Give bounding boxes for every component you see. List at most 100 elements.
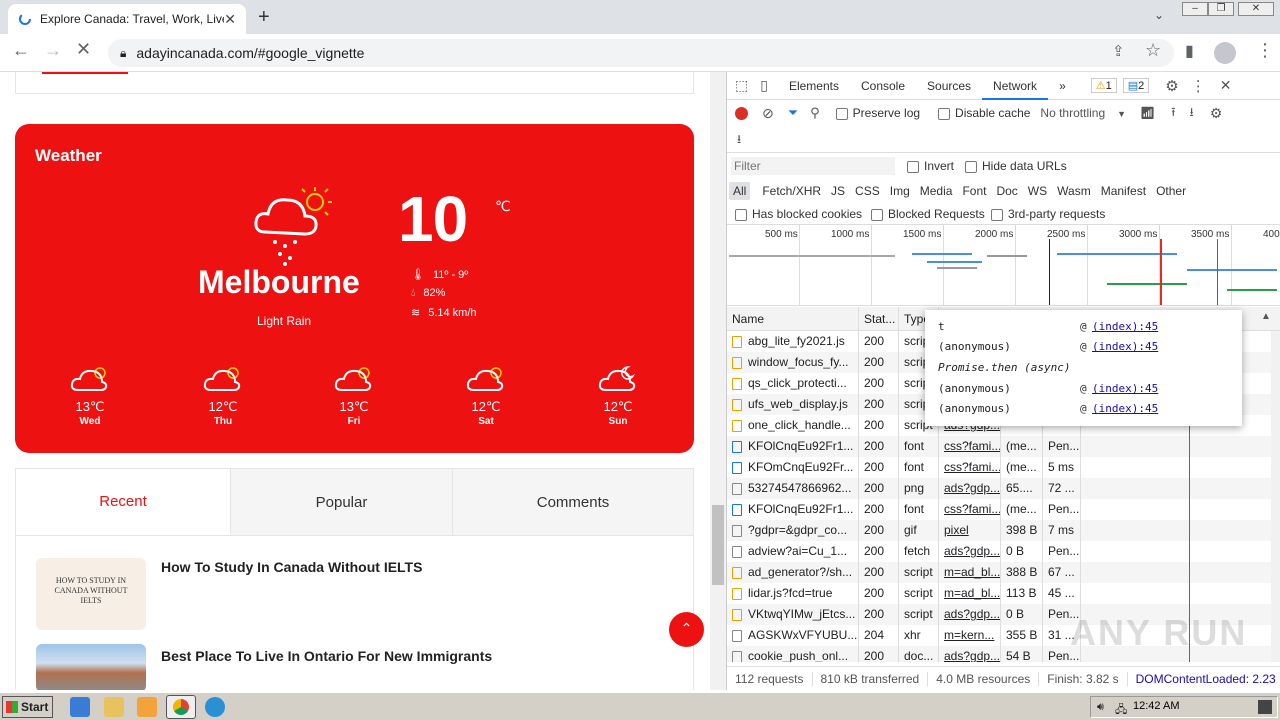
back-icon[interactable]: ← [12, 40, 30, 61]
blocked-cookies-checkbox[interactable] [735, 208, 747, 221]
blocked-requests-toggle[interactable]: Blocked Requests [871, 207, 985, 221]
third-party-checkbox[interactable] [991, 208, 1003, 221]
download-icon[interactable]: ⭳ [737, 130, 741, 151]
type-filter[interactable]: JS [831, 184, 845, 198]
type-filter[interactable]: Img [890, 184, 910, 198]
post-title[interactable]: Best Place To Live In Ontario For New Im… [161, 648, 492, 664]
volume-icon[interactable]: 🔊︎ [1097, 701, 1104, 714]
type-filter[interactable]: Manifest [1101, 184, 1146, 198]
device-toolbar-icon[interactable]: ▯ [760, 77, 768, 94]
record-icon[interactable] [735, 106, 748, 120]
invert-toggle[interactable]: Invert [907, 159, 954, 173]
post-title[interactable]: How To Study In Canada Without IELTS [161, 559, 422, 575]
cell-init[interactable]: css?fami... [939, 436, 1001, 457]
cell-init[interactable]: ads?gdp... [939, 646, 1001, 662]
hide-data-urls-toggle[interactable]: Hide data URLs [965, 159, 1067, 173]
table-row[interactable]: ?gdpr=&gdpr_co... 200 gif pixel 398 B 7 ms [727, 520, 1271, 541]
post-thumbnail[interactable] [36, 644, 146, 690]
maximize-button[interactable]: ❐ [1208, 2, 1234, 16]
share-icon[interactable]: ⇪ [1112, 42, 1125, 60]
network-icon[interactable]: 🖧 [1115, 701, 1127, 720]
cell-init[interactable]: css?fami... [939, 457, 1001, 478]
filter-funnel-icon[interactable]: ⏷ [788, 105, 798, 121]
edge-icon[interactable] [205, 697, 225, 717]
third-party-toggle[interactable]: 3rd-party requests [991, 207, 1105, 221]
new-tab-icon[interactable]: + [258, 6, 270, 29]
stack-frame-link[interactable]: (index):45 [1092, 382, 1158, 395]
type-filter-all[interactable]: All [729, 182, 751, 200]
table-row[interactable]: lidar.js?fcd=true 200 script m=ad_bl... 113 … [727, 583, 1271, 604]
cell-init[interactable]: m=kern... [939, 625, 1001, 646]
cell-init[interactable]: m=ad_bl... [939, 562, 1001, 583]
close-window-button[interactable]: ✕ [1238, 2, 1274, 16]
close-devtools-icon[interactable]: ✕ [1220, 77, 1232, 94]
table-row[interactable]: 53274547866962... 200 png ads?gdp... 65.... 7… [727, 478, 1271, 499]
blocked-cookies-toggle[interactable]: Has blocked cookies [735, 207, 862, 221]
preserve-log-checkbox[interactable] [835, 107, 848, 120]
table-row[interactable]: adview?ai=Cu_1... 200 fetch ads?gdp... 0 B Pe… [727, 541, 1271, 562]
tab-comments[interactable]: Comments [453, 469, 693, 535]
chrome-taskbar-button[interactable] [166, 695, 196, 719]
table-row[interactable]: ad_generator?/sh... 200 script m=ad_bl... 38… [727, 562, 1271, 583]
type-filter[interactable]: Wasm [1057, 184, 1091, 198]
stack-frame-link[interactable]: (index):45 [1092, 402, 1158, 415]
bookmark-star-icon[interactable]: ☆ [1145, 40, 1161, 61]
table-row[interactable]: KFOlCnqEu92Fr1... 200 font css?fami... (me..… [727, 499, 1271, 520]
menu-kebab-icon[interactable]: ⋮ [1256, 40, 1274, 61]
type-filter[interactable]: Fetch/XHR [762, 184, 821, 198]
disable-cache-checkbox[interactable] [938, 107, 951, 120]
tab-popular[interactable]: Popular [231, 469, 453, 535]
type-filter[interactable]: CSS [855, 184, 880, 198]
invert-checkbox[interactable] [907, 160, 919, 173]
side-panel-icon[interactable]: ▮ [1185, 41, 1194, 61]
hide-data-urls-checkbox[interactable] [965, 160, 977, 173]
address-bar[interactable]: 🔒︎ adayincanada.com/#google_vignette [108, 39, 1174, 67]
type-filter[interactable]: WS [1028, 184, 1047, 198]
table-row[interactable]: KFOmCnqEu92Fr... 200 font css?fami... (me...… [727, 457, 1271, 478]
filter-input[interactable] [731, 157, 895, 175]
ie-icon[interactable] [70, 697, 90, 717]
minimize-button[interactable]: – [1182, 2, 1208, 16]
type-filter[interactable]: Doc [996, 184, 1017, 198]
stop-loading-icon[interactable]: ✕ [76, 39, 91, 60]
import-har-icon[interactable]: ⭱ [1171, 103, 1175, 124]
message-badge[interactable]: ▤2 [1122, 78, 1150, 93]
start-button[interactable]: Start [2, 696, 53, 718]
devtools-menu-icon[interactable]: ⋮ [1191, 77, 1206, 95]
forward-icon[interactable]: → [44, 40, 62, 61]
clear-icon[interactable]: ⊘ [762, 105, 774, 122]
network-settings-icon[interactable]: ⚙ [1210, 105, 1223, 122]
throttling-select[interactable]: No throttling ▼ [1040, 106, 1126, 120]
post-thumbnail[interactable]: HOW TO STUDY IN CANADA WITHOUT IELTS [36, 558, 146, 630]
inspect-element-icon[interactable]: ⬚ [735, 77, 748, 94]
browser-tab[interactable]: Explore Canada: Travel, Work, Live, ✕ [8, 4, 246, 34]
list-item[interactable]: Best Place To Live In Ontario For New Im… [15, 626, 694, 690]
cell-init[interactable]: css?fami... [939, 499, 1001, 520]
close-tab-icon[interactable]: ✕ [224, 11, 236, 28]
more-tabs-icon[interactable]: » [1048, 72, 1077, 100]
cell-init[interactable]: m=ad_bl... [939, 583, 1001, 604]
cell-init[interactable]: ads?gdp... [939, 604, 1001, 625]
cell-init[interactable]: ads?gdp... [939, 478, 1001, 499]
disable-cache-toggle[interactable]: Disable cache [938, 106, 1030, 120]
table-row[interactable]: KFOlCnqEu92Fr1... 200 font css?fami... (me..… [727, 436, 1271, 457]
sort-arrow-icon[interactable]: ▲ [1261, 311, 1271, 322]
stack-frame-link[interactable]: (index):45 [1092, 320, 1158, 333]
warning-badge[interactable]: ⚠1 [1090, 78, 1117, 93]
tab-elements[interactable]: Elements [778, 72, 850, 100]
cell-init[interactable]: pixel [939, 520, 1001, 541]
type-filter[interactable]: Media [920, 184, 953, 198]
tab-search-icon[interactable]: ⌄ [1154, 8, 1164, 22]
media-player-icon[interactable] [137, 697, 157, 717]
column-name[interactable]: Name [727, 307, 859, 331]
page-scrollbar-thumb[interactable] [712, 505, 724, 585]
list-item[interactable]: HOW TO STUDY IN CANADA WITHOUT IELTS How… [15, 536, 694, 630]
export-har-icon[interactable]: ⭳ [1189, 103, 1193, 124]
tab-recent[interactable]: Recent [16, 469, 231, 535]
type-filter[interactable]: Other [1156, 184, 1186, 198]
folder-icon[interactable] [104, 697, 124, 717]
action-center-icon[interactable] [1258, 700, 1272, 714]
tab-network[interactable]: Network [982, 72, 1049, 100]
profile-avatar[interactable] [1214, 42, 1236, 64]
tab-sources[interactable]: Sources [916, 72, 982, 100]
